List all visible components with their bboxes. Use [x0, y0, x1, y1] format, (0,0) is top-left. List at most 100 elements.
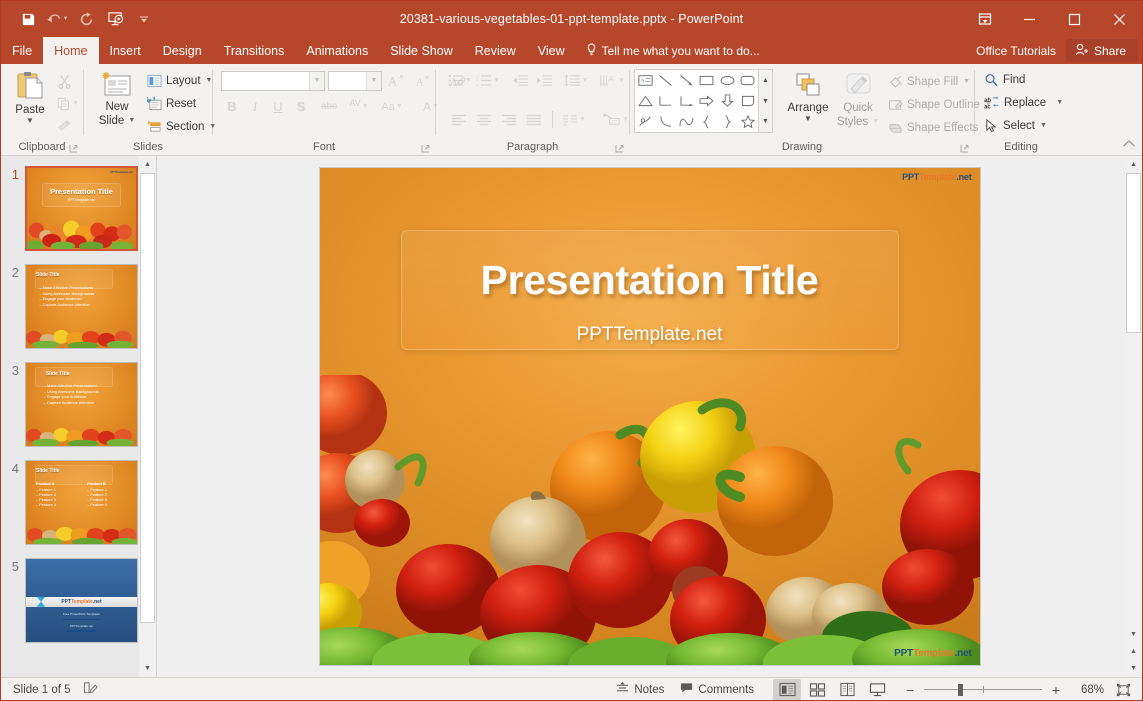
numbering-button[interactable]: 123 ▼ [474, 70, 502, 91]
list-item[interactable]: 2 [1, 260, 156, 358]
text-direction-button[interactable]: A ▼ [597, 70, 627, 91]
zoom-slider-handle[interactable] [958, 684, 963, 696]
zoom-in-button[interactable]: + [1048, 683, 1064, 697]
thumbnail-scrollbar[interactable]: ▲ ▼ [139, 156, 156, 677]
replace-button[interactable]: abac Replace ▼ [981, 92, 1066, 113]
save-icon[interactable] [15, 6, 41, 32]
zoom-level[interactable]: 68% [1070, 684, 1104, 696]
shape-star-icon[interactable] [738, 112, 757, 132]
shape-line-icon[interactable] [656, 70, 675, 90]
shapes-gallery-scroll[interactable]: ▲ ▼ ▼ [759, 69, 773, 133]
slide-thumbnail-2[interactable]: Slide Title Make Effective Presentations… [25, 264, 138, 349]
font-name-combo[interactable]: ▼ [221, 71, 325, 91]
bold-button[interactable]: B [221, 96, 243, 117]
slide-thumbnail-5[interactable]: PPTTemplate.net Free PowerPoint Template… [25, 558, 138, 643]
slide-thumbnail-1[interactable]: Presentation Title PPTTemplate.net PPTTe… [25, 166, 138, 251]
clipboard-dialog-launcher[interactable] [69, 143, 79, 153]
zoom-out-button[interactable]: − [902, 683, 918, 697]
slide-thumbnail-4[interactable]: Slide Title Product A Feature 1 Feature … [25, 460, 138, 545]
shape-down-arrow-icon[interactable] [718, 91, 737, 111]
columns-button[interactable]: ▼ [559, 109, 589, 130]
italic-button[interactable]: I [244, 96, 266, 117]
font-size-combo[interactable]: ▼ [328, 71, 382, 91]
shape-triangle-icon[interactable] [636, 91, 655, 111]
zoom-slider[interactable] [924, 683, 1042, 697]
tab-design[interactable]: Design [152, 37, 213, 64]
layout-button[interactable]: Layout ▼ [144, 70, 219, 91]
reading-view-button[interactable] [833, 679, 861, 701]
tab-review[interactable]: Review [464, 37, 527, 64]
current-slide[interactable]: Presentation Title PPTTemplate.net PPTTe… [320, 168, 980, 665]
redo-icon[interactable] [73, 6, 99, 32]
line-spacing-button[interactable]: ▼ [561, 70, 591, 91]
next-slide-icon[interactable]: ▼ [1125, 660, 1142, 677]
shape-oval-icon[interactable] [718, 70, 737, 90]
font-size-dropdown-icon[interactable]: ▼ [366, 72, 381, 90]
font-dialog-launcher[interactable] [421, 143, 431, 153]
normal-view-button[interactable] [773, 679, 801, 701]
shape-arc-icon[interactable] [656, 112, 675, 132]
change-case-button[interactable]: Aa ▼ [376, 96, 408, 117]
arrange-button[interactable]: Arrange ▼ [785, 69, 831, 123]
previous-slide-icon[interactable]: ▲ [1125, 643, 1142, 660]
find-button[interactable]: Find [981, 69, 1066, 90]
slide-thumbnail-3[interactable]: Slide Title Make Effective Presentations… [25, 362, 138, 447]
tab-animations[interactable]: Animations [295, 37, 379, 64]
new-slide-dropdown-icon[interactable]: ▼ [128, 115, 135, 127]
shape-right-arrow-icon[interactable] [697, 91, 716, 111]
shape-left-brace-icon[interactable] [697, 112, 716, 132]
list-item[interactable]: 5 PPTTemplate.net Free PowerPoint Templ [1, 554, 156, 652]
character-spacing-button[interactable]: AV ↔ ▼ [343, 96, 375, 117]
office-tutorials-link[interactable]: Office Tutorials [966, 44, 1066, 58]
maximize-icon[interactable] [1052, 1, 1097, 37]
slide-show-view-button[interactable] [863, 679, 891, 701]
start-presentation-icon[interactable] [102, 6, 128, 32]
increase-indent-button[interactable] [532, 70, 556, 91]
comments-button[interactable]: Comments [672, 679, 762, 701]
list-item[interactable]: 1 [1, 162, 156, 260]
customize-quick-access-icon[interactable] [131, 6, 157, 32]
paragraph-dialog-launcher[interactable] [615, 143, 625, 153]
collapse-ribbon-button[interactable] [1122, 138, 1136, 152]
shape-scribble-icon[interactable] [636, 112, 655, 132]
select-dropdown-icon[interactable]: ▼ [1040, 122, 1047, 129]
thumbnail-scroll-down-icon[interactable]: ▼ [139, 660, 156, 677]
tab-file[interactable]: File [1, 37, 43, 64]
layout-dropdown-icon[interactable]: ▼ [206, 77, 213, 84]
tab-transitions[interactable]: Transitions [213, 37, 296, 64]
shape-elbow-arrow-connector-icon[interactable] [677, 91, 696, 111]
spelling-check-icon[interactable] [83, 681, 98, 698]
fit-slide-to-window-button[interactable] [1112, 679, 1134, 701]
justify-button[interactable] [521, 109, 546, 130]
shapes-scroll-down-icon[interactable]: ▼ [759, 91, 772, 112]
format-painter-button[interactable] [53, 115, 75, 136]
shape-rectangle-icon[interactable] [697, 70, 716, 90]
thumbnail-scroll-thumb[interactable] [140, 173, 155, 623]
reset-button[interactable]: Reset [144, 93, 219, 114]
strikethrough-button[interactable]: abc [316, 96, 342, 117]
shapes-gallery[interactable]: A [634, 69, 773, 133]
slide-sorter-view-button[interactable] [803, 679, 831, 701]
shape-elbow-connector-icon[interactable] [656, 91, 675, 111]
title-placeholder[interactable]: Presentation Title PPTTemplate.net [401, 230, 899, 350]
slide-scroll-up-icon[interactable]: ▲ [1125, 156, 1142, 173]
tell-me-search[interactable]: Tell me what you want to do... [576, 37, 770, 64]
shape-right-brace-icon[interactable] [718, 112, 737, 132]
list-item[interactable]: 4 [1, 456, 156, 554]
shape-rounded-rectangle-icon[interactable] [738, 70, 757, 90]
align-left-button[interactable] [446, 109, 471, 130]
font-name-dropdown-icon[interactable]: ▼ [309, 72, 324, 90]
new-slide-button[interactable]: New Slide ▼ [94, 68, 140, 127]
arrange-dropdown-icon[interactable]: ▼ [804, 115, 812, 123]
shapes-scroll-up-icon[interactable]: ▲ [759, 70, 772, 91]
shape-arrow-icon[interactable] [677, 70, 696, 90]
slide-title[interactable]: Presentation Title [402, 257, 898, 304]
notes-button[interactable]: Notes [608, 679, 672, 701]
decrease-indent-button[interactable] [508, 70, 532, 91]
convert-to-smartart-button[interactable]: ▼ [601, 109, 631, 130]
drawing-dialog-launcher[interactable] [960, 143, 970, 153]
slide-counter[interactable]: Slide 1 of 5 [13, 684, 71, 696]
tab-home[interactable]: Home [43, 37, 98, 64]
center-button[interactable] [471, 109, 496, 130]
tab-slide-show[interactable]: Slide Show [379, 37, 464, 64]
